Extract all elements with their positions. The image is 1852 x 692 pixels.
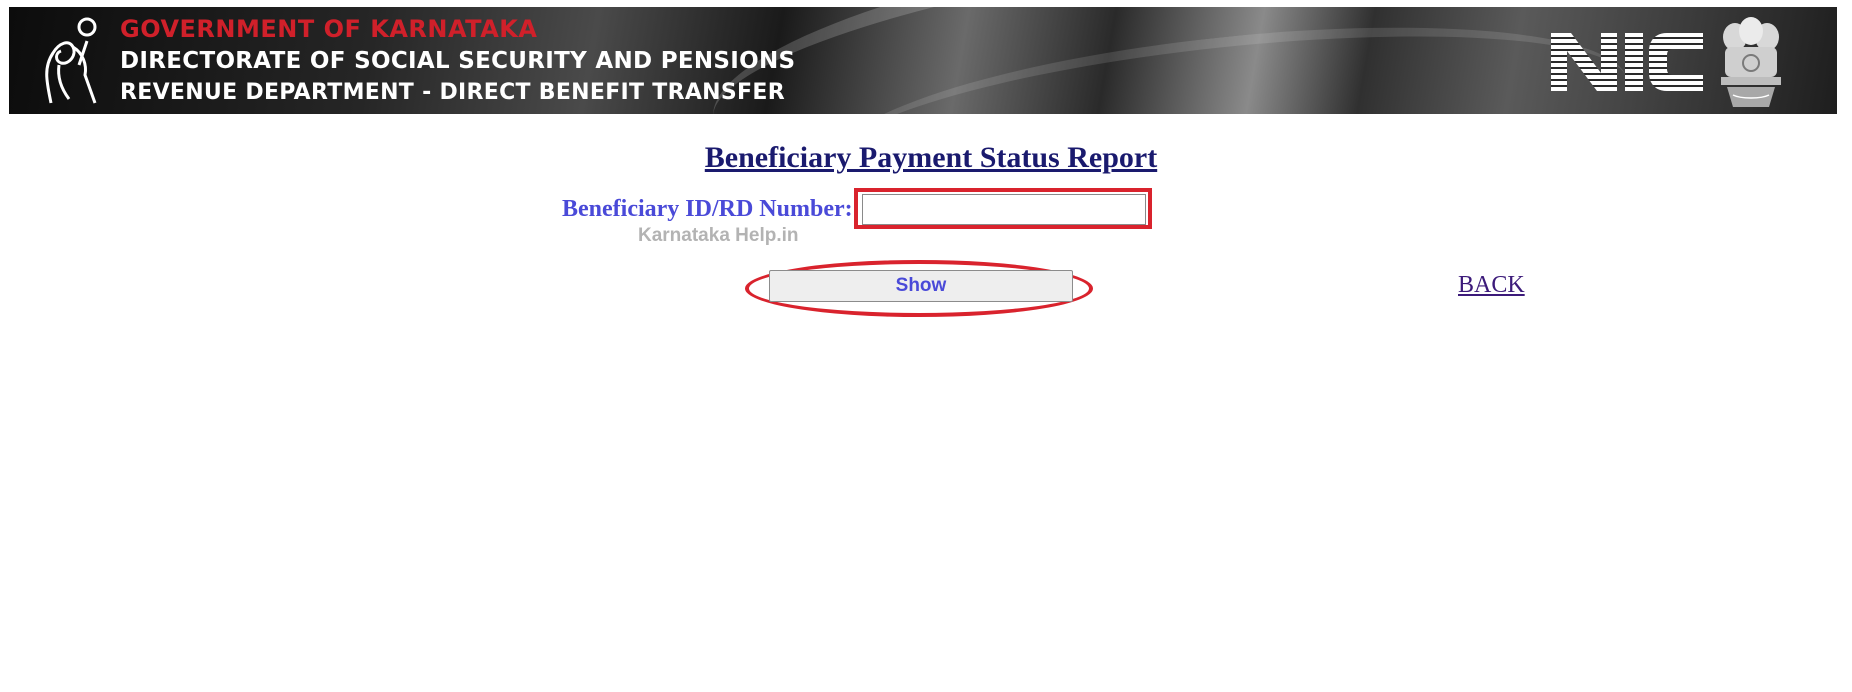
show-button[interactable]: Show [769, 270, 1073, 302]
pension-figure-icon [45, 17, 97, 104]
banner-text: GOVERNMENT OF KARNATAKA DIRECTORATE OF S… [120, 13, 795, 109]
beneficiary-id-input[interactable] [862, 194, 1146, 225]
banner-department-subtitle: - DIRECT BENEFIT TRANSFER [414, 80, 785, 105]
watermark-text: Karnataka Help.in [638, 225, 799, 246]
banner-government-title: GOVERNMENT OF KARNATAKA [120, 15, 538, 43]
nic-logo [1551, 33, 1703, 91]
national-emblem-icon [1721, 17, 1781, 107]
banner-department-title: REVENUE DEPARTMENT [120, 80, 415, 105]
banner-department-line: REVENUE DEPARTMENT - DIRECT BENEFIT TRAN… [120, 77, 795, 109]
banner-directorate-title: DIRECTORATE OF SOCIAL SECURITY AND PENSI… [120, 48, 796, 74]
header-banner: GOVERNMENT OF KARNATAKA DIRECTORATE OF S… [9, 7, 1837, 114]
report-title: Beneficiary Payment Status Report [704, 141, 1158, 174]
beneficiary-id-label: Beneficiary ID/RD Number: [562, 196, 853, 222]
page: GOVERNMENT OF KARNATAKA DIRECTORATE OF S… [0, 0, 1852, 692]
back-link[interactable]: BACK [1458, 272, 1525, 299]
